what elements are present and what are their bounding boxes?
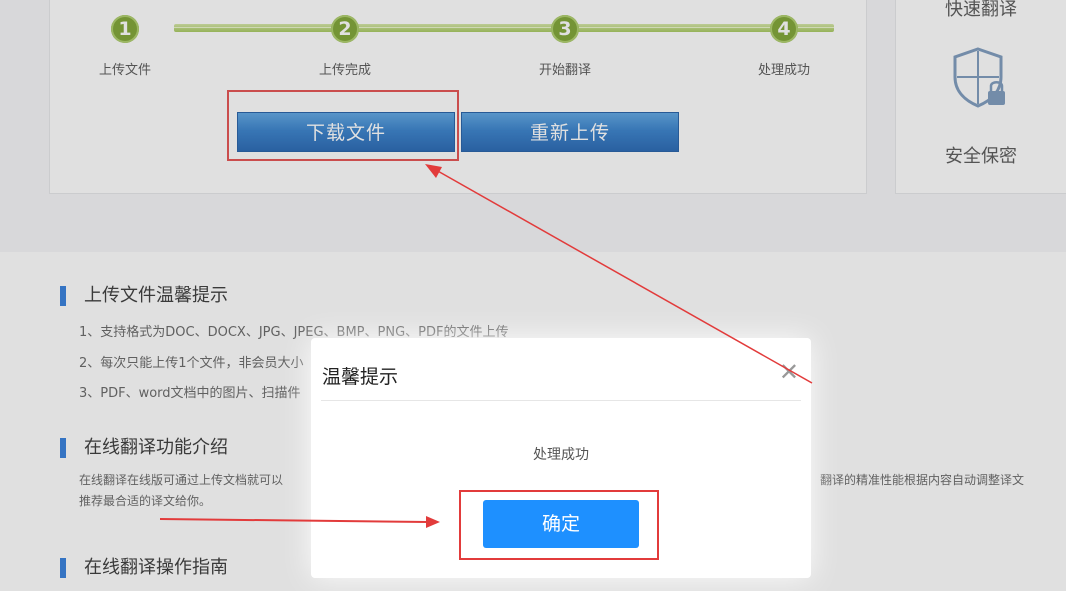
annotation-arrows <box>159 164 813 528</box>
